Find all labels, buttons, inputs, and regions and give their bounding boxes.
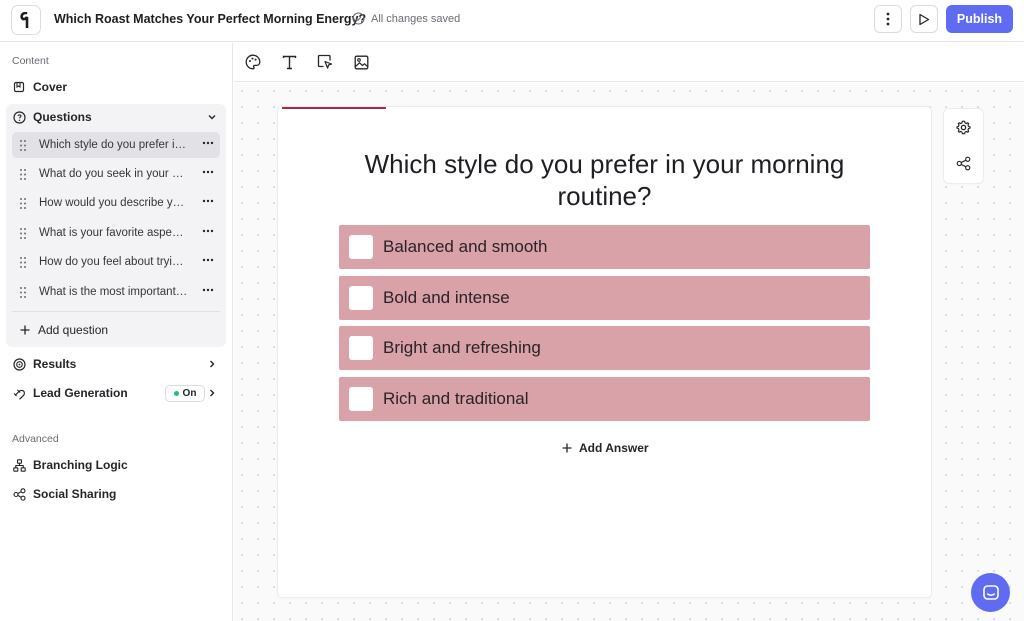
question-item-text: What do you seek in your morning coffee? <box>39 168 189 180</box>
chevron-right-icon[interactable] <box>206 387 218 399</box>
palette-icon <box>245 54 261 70</box>
theme-button[interactable] <box>244 53 262 71</box>
magnet-icon <box>12 386 26 400</box>
sidebar-item-questions[interactable]: Questions <box>6 104 226 130</box>
question-item-text: How would you describe your ideal mornin… <box>39 197 189 209</box>
plus-icon <box>562 443 572 453</box>
sidebar-item-results[interactable]: Results <box>6 351 226 377</box>
answer-label[interactable]: Bright and refreshing <box>383 338 541 358</box>
advanced-section-label: Advanced <box>12 433 59 445</box>
question-item-text: What is your favorite aspect of coffee? <box>39 227 189 239</box>
question-item[interactable]: What is your favorite aspect of coffee? <box>12 220 220 246</box>
plus-icon <box>20 325 30 335</box>
answer-option[interactable]: Rich and traditional <box>339 377 870 421</box>
image-button[interactable] <box>352 53 370 71</box>
chevron-down-icon[interactable] <box>206 111 218 123</box>
add-answer-button[interactable]: Add Answer <box>562 441 649 455</box>
question-item-text: How do you feel about trying new flavors… <box>39 256 189 268</box>
answer-option[interactable]: Bold and intense <box>339 276 870 320</box>
answer-option[interactable]: Balanced and smooth <box>339 225 870 269</box>
drag-handle-icon[interactable] <box>20 168 30 180</box>
more-horizontal-icon[interactable] <box>202 141 214 145</box>
editor-toolbar <box>234 43 1024 82</box>
answer-checkbox[interactable] <box>349 235 373 259</box>
question-title[interactable]: Which style do you prefer in your mornin… <box>339 148 870 212</box>
answer-label[interactable]: Balanced and smooth <box>383 237 547 257</box>
sidebar-item-label: Questions <box>33 110 92 124</box>
question-item-text: What is the most important part of your … <box>39 286 189 298</box>
sidebar-item-social-sharing[interactable]: Social Sharing <box>6 481 226 507</box>
sidebar-item-label: Results <box>33 357 77 371</box>
top-bar: Which Roast Matches Your Perfect Morning… <box>0 0 1024 42</box>
status-text: On <box>182 388 197 399</box>
sidebar: Content Cover Questions Which style do y… <box>0 43 233 621</box>
branching-icon[interactable] <box>956 156 971 171</box>
save-status-text: All changes saved <box>371 12 461 25</box>
card-accent-bar <box>282 107 386 109</box>
sitemap-icon <box>12 458 26 472</box>
bookmark-icon <box>12 80 26 94</box>
questions-group: Questions Which style do you prefer in y… <box>6 104 226 347</box>
answer-option[interactable]: Bright and refreshing <box>339 326 870 370</box>
publish-button[interactable]: Publish <box>946 5 1013 33</box>
app-logo[interactable] <box>11 5 41 35</box>
lead-generation-status-badge[interactable]: On <box>165 385 205 402</box>
more-horizontal-icon[interactable] <box>202 199 214 203</box>
drag-handle-icon[interactable] <box>20 197 30 209</box>
more-horizontal-icon[interactable] <box>202 170 214 174</box>
quiz-title[interactable]: Which Roast Matches Your Perfect Morning… <box>54 12 366 26</box>
more-horizontal-icon[interactable] <box>202 229 214 233</box>
add-question-label: Add question <box>38 323 109 337</box>
divider <box>12 311 220 312</box>
question-item[interactable]: What do you seek in your morning coffee? <box>12 161 220 187</box>
question-item[interactable]: Which style do you prefer in your mornin… <box>12 132 220 158</box>
drag-handle-icon[interactable] <box>20 227 30 239</box>
question-item[interactable]: How do you feel about trying new flavors… <box>12 249 220 275</box>
preview-button[interactable] <box>910 5 938 33</box>
question-item[interactable]: How would you describe your ideal mornin… <box>12 190 220 216</box>
answer-checkbox[interactable] <box>349 336 373 360</box>
help-circle-icon <box>12 110 26 124</box>
check-circle-icon <box>352 12 365 25</box>
status-dot <box>173 391 179 396</box>
more-horizontal-icon[interactable] <box>202 288 214 292</box>
answer-label[interactable]: Bold and intense <box>383 288 510 308</box>
share-icon <box>12 487 26 501</box>
drag-handle-icon[interactable] <box>20 139 30 151</box>
more-vertical-icon <box>886 12 890 26</box>
save-status: All changes saved <box>352 12 460 25</box>
answer-checkbox[interactable] <box>349 286 373 310</box>
text-icon <box>282 55 296 69</box>
add-question-button[interactable]: Add question <box>20 323 108 337</box>
drag-handle-icon[interactable] <box>20 286 30 298</box>
sidebar-item-label: Lead Generation <box>33 386 128 400</box>
interactive-element-button[interactable] <box>316 53 334 71</box>
sidebar-item-cover[interactable]: Cover <box>6 74 226 100</box>
image-icon <box>354 55 368 69</box>
answer-checkbox[interactable] <box>349 387 373 411</box>
logo-icon <box>20 12 29 28</box>
sidebar-item-label: Branching Logic <box>33 458 128 472</box>
text-button[interactable] <box>280 53 298 71</box>
sidebar-item-lead-generation[interactable]: Lead Generation On <box>6 380 226 406</box>
chevron-right-icon[interactable] <box>206 358 218 370</box>
gear-icon[interactable] <box>956 120 971 135</box>
target-icon <box>12 357 26 371</box>
play-icon <box>919 13 930 25</box>
sidebar-item-label: Cover <box>33 80 68 94</box>
question-side-toolbar <box>944 109 983 183</box>
support-chat-button[interactable] <box>971 573 1010 612</box>
add-answer-label: Add Answer <box>579 441 649 455</box>
question-item[interactable]: What is the most important part of your … <box>12 279 220 305</box>
chat-icon <box>982 584 999 600</box>
more-options-button[interactable] <box>874 5 902 33</box>
cursor-box-icon <box>317 54 333 69</box>
drag-handle-icon[interactable] <box>20 256 30 268</box>
content-section-label: Content <box>12 55 49 67</box>
answer-label[interactable]: Rich and traditional <box>383 389 529 409</box>
sidebar-item-branching-logic[interactable]: Branching Logic <box>6 452 226 478</box>
sidebar-item-label: Social Sharing <box>33 487 117 501</box>
more-horizontal-icon[interactable] <box>202 258 214 262</box>
question-item-text: Which style do you prefer in your mornin… <box>39 139 189 151</box>
